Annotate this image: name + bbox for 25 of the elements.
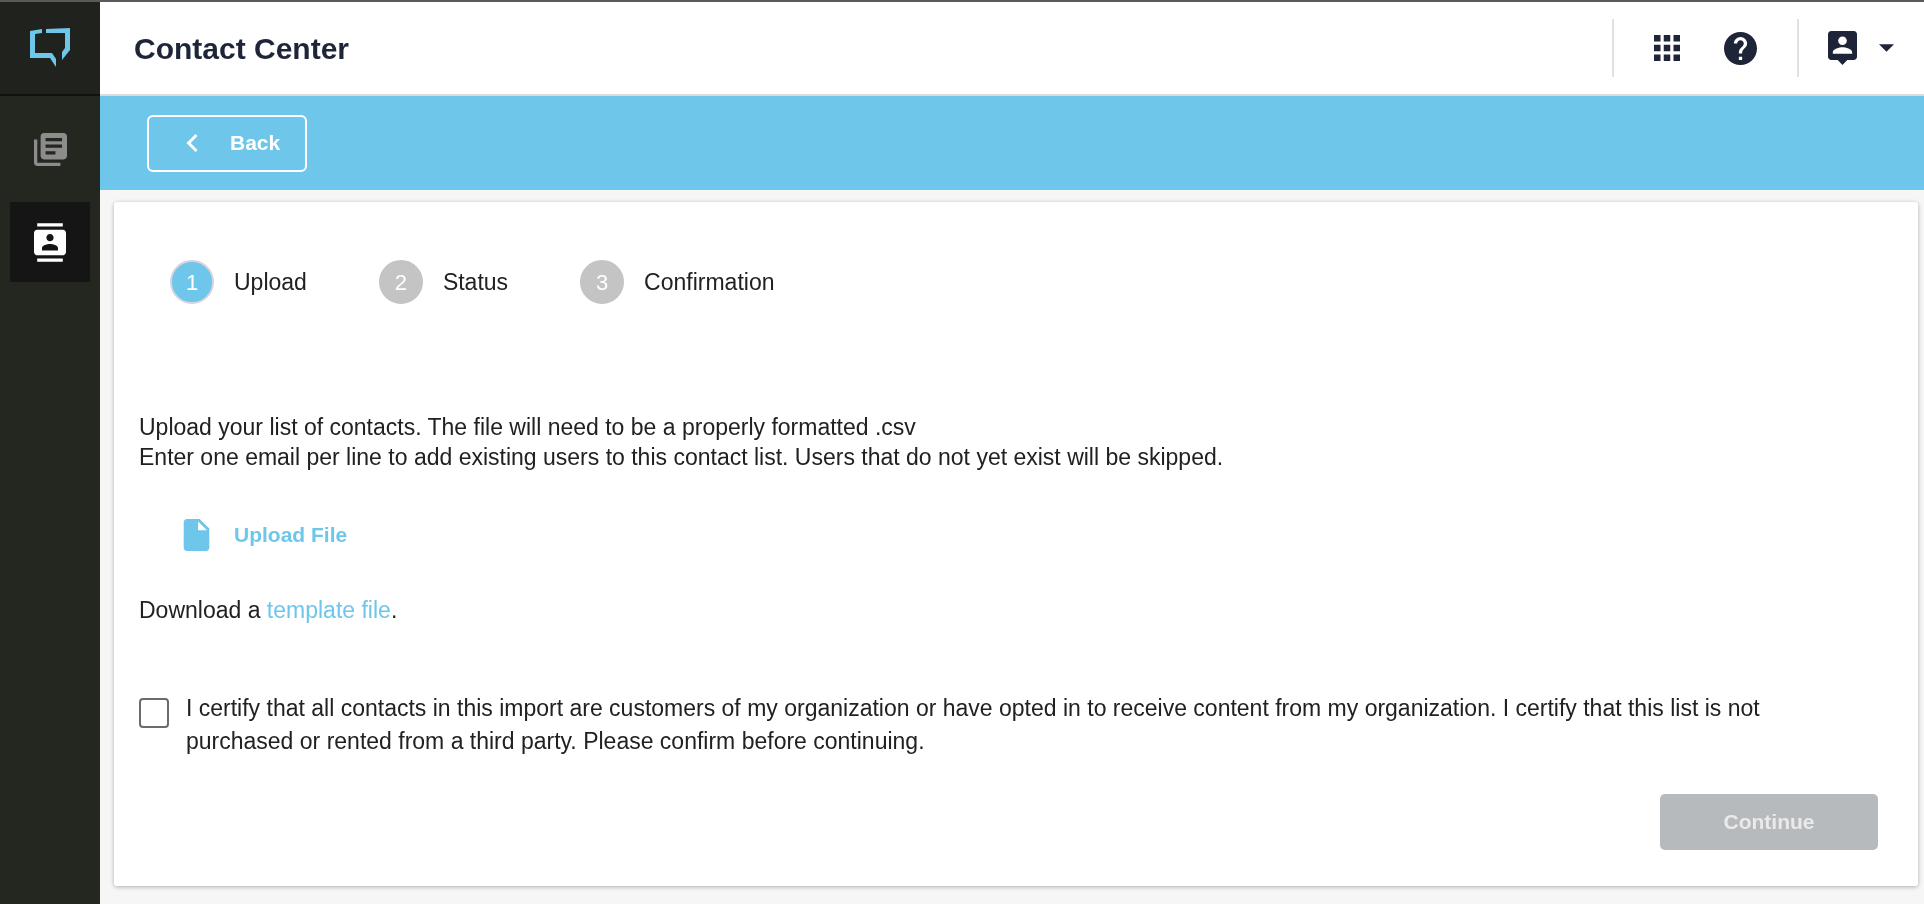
template-file-link[interactable]: template file xyxy=(266,597,391,623)
step-label: Confirmation xyxy=(644,267,775,297)
certify-checkbox[interactable] xyxy=(139,698,169,728)
certification-text: I certify that all contacts in this import are customers of my organization or have opted in to receive content from my organization. I certify that this list is not purchased or rented from a third party. Please confirm before continuing. xyxy=(186,694,1761,756)
back-button[interactable]: Back xyxy=(147,114,307,172)
step-label: Upload xyxy=(234,267,307,297)
chevron-left-icon xyxy=(186,134,198,152)
instruction-text: Enter one email per line to add existing users to this contact list. Users that do not yet exist will be skipped. xyxy=(139,443,1225,472)
page-title: Contact Center xyxy=(134,30,350,67)
contact-card-icon xyxy=(34,222,66,262)
help-icon[interactable] xyxy=(1724,31,1757,65)
sidebar-item[interactable] xyxy=(10,202,90,282)
logo-icon xyxy=(30,28,70,68)
step-number: 2 xyxy=(378,260,423,304)
apps-grid-icon[interactable] xyxy=(1654,35,1680,61)
upload-file-button[interactable]: Upload File xyxy=(183,519,348,551)
step-number: 3 xyxy=(580,260,625,304)
step-label: Status xyxy=(442,267,509,297)
file-icon xyxy=(183,519,210,551)
instruction-text: Upload your list of contacts. The file will need to be a properly formatted .csv xyxy=(139,413,917,442)
account-icon[interactable] xyxy=(1828,31,1857,65)
download-text: Download a template file. xyxy=(139,596,399,625)
book-stack-icon xyxy=(33,132,67,166)
step-number: 1 xyxy=(170,260,214,304)
caret-icon[interactable] xyxy=(1879,44,1894,52)
